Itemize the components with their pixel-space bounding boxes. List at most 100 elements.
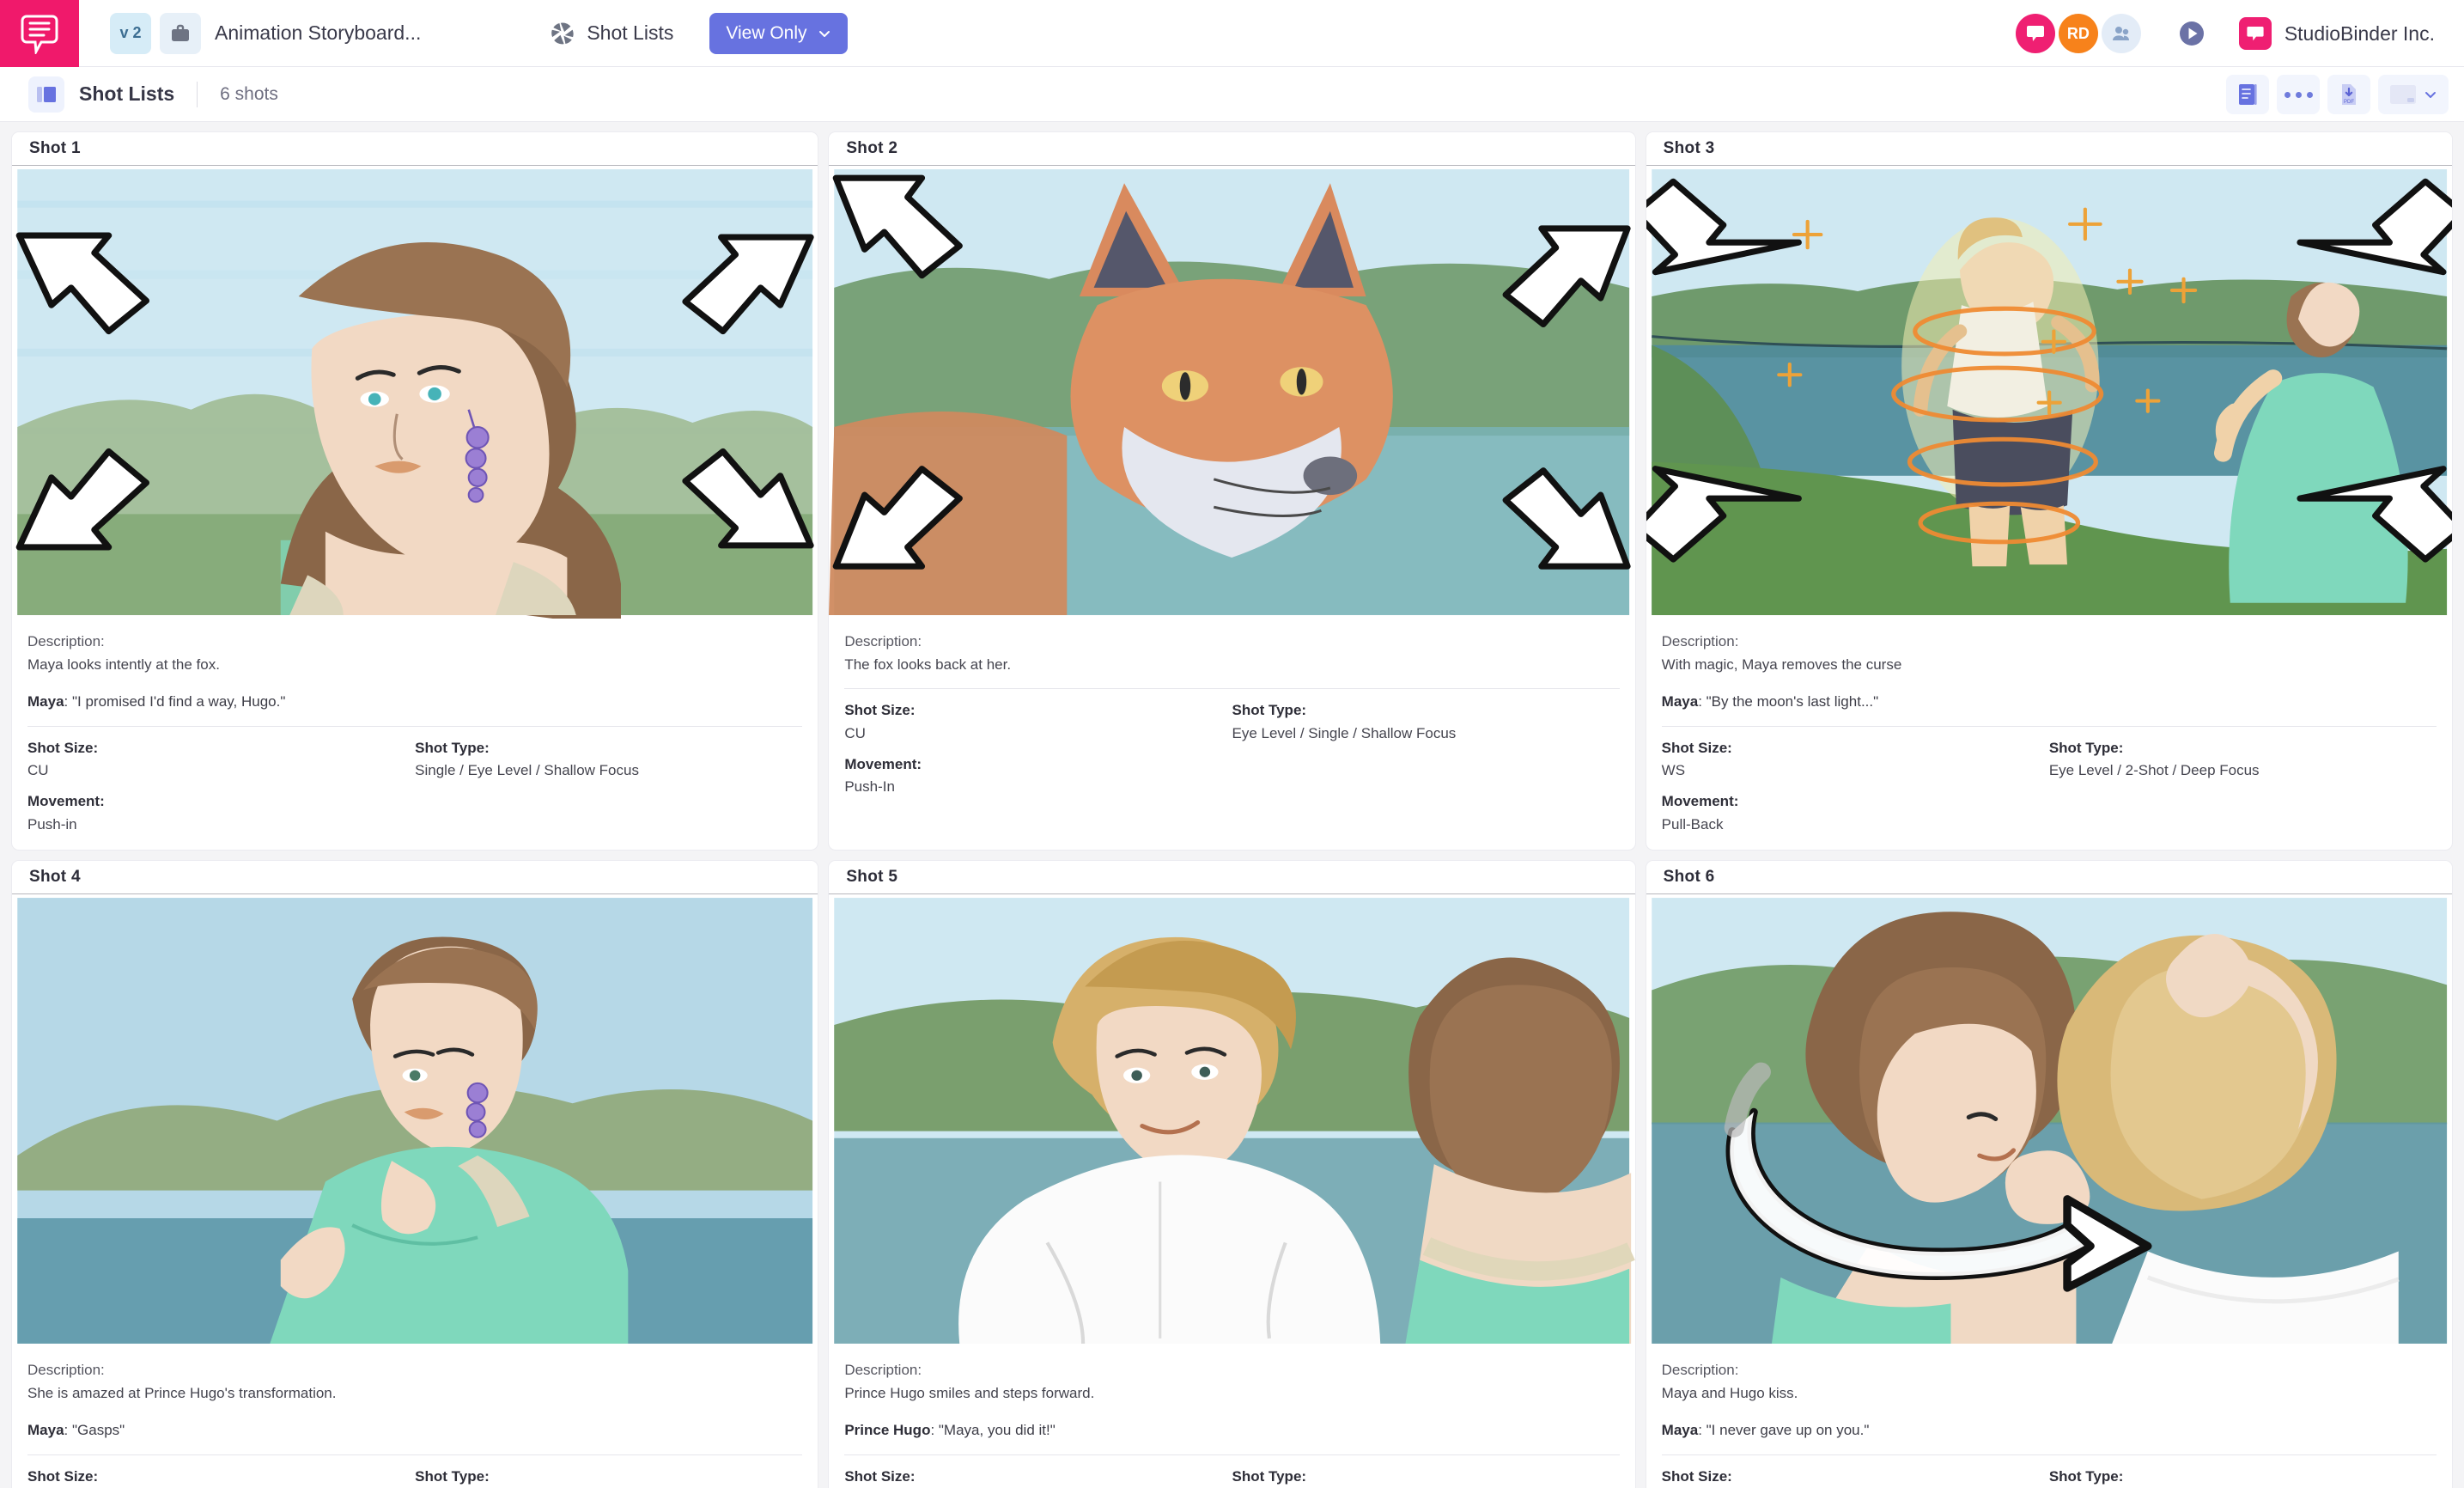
- project-title[interactable]: Animation Storyboard...: [215, 21, 421, 45]
- shot-card[interactable]: Shot 5 Description: Prince Hugo smiles a…: [828, 859, 1636, 1488]
- ellipsis-icon: [2284, 91, 2313, 98]
- app-logo-button[interactable]: [0, 0, 79, 67]
- divider: [1661, 725, 2437, 727]
- empty-cell: [2049, 790, 2437, 836]
- storyboard-frame[interactable]: [829, 166, 1635, 619]
- movement-label: Movement:: [27, 793, 105, 810]
- aperture-icon: [551, 22, 574, 44]
- shot-type-label: Shot Type:: [2048, 739, 2124, 756]
- movement-value: Push-In: [844, 778, 895, 796]
- storyboard-art-hugo-ots: [829, 893, 1635, 1347]
- empty-cell: [415, 790, 802, 836]
- divider: [27, 1454, 803, 1455]
- shot-type-label: Shot Type:: [415, 1467, 490, 1485]
- shot-card-header: Shot 6: [1646, 860, 2452, 894]
- shot-meta-grid: Shot Size: CU Shot Type: Eye Level / Sin…: [844, 699, 1619, 798]
- storyboard-frame[interactable]: [1646, 893, 2452, 1347]
- shot-size-value: CU: [27, 761, 49, 778]
- avatar-user-rd[interactable]: RD: [2058, 14, 2098, 53]
- dialogue-speaker: Maya: [27, 1422, 64, 1439]
- storyboard-art-fox-closeup: [829, 166, 1635, 619]
- shot-title: Shot 2: [846, 139, 898, 157]
- shot-title: Shot 4: [29, 867, 81, 886]
- dialogue-line: Prince Hugo: "Maya, you did it!": [844, 1418, 1619, 1442]
- description-value: She is amazed at Prince Hugo's transform…: [27, 1385, 337, 1402]
- storyboard-view-button[interactable]: [2226, 75, 2269, 114]
- chevron-down-icon: [2425, 92, 2436, 98]
- description-label: Description:: [844, 633, 922, 649]
- storyboard-frame[interactable]: [1646, 166, 2452, 619]
- shot-type-value: Single / Eye Level / Shallow Focus: [415, 761, 639, 778]
- shot-meta-grid: Shot Size: CU Shot Type: Single / Eye Le…: [27, 737, 802, 836]
- storyboard-frame[interactable]: [12, 166, 818, 619]
- shot-card-header: Shot 5: [829, 860, 1635, 894]
- dialogue-text: : "I never gave up on you.": [1698, 1422, 1870, 1439]
- shot-size-cell: Shot Size: MS: [844, 1466, 1232, 1488]
- divider: [27, 725, 803, 727]
- shot-size-cell: Shot Size: CU: [27, 737, 415, 783]
- shot-card[interactable]: Shot 1 Description: Maya looks intently …: [11, 131, 819, 851]
- play-circle-icon[interactable]: [2175, 17, 2208, 50]
- version-chip[interactable]: v 2: [110, 12, 151, 54]
- shot-type-value: Eye Level / 2-Shot / Deep Focus: [2048, 761, 2260, 778]
- shot-card[interactable]: Shot 4 Description: She is amazed at Pri…: [11, 859, 819, 1488]
- shot-lists-nav-item[interactable]: Shot Lists: [550, 21, 673, 46]
- storyboard-art-maya-closeup: [12, 166, 818, 619]
- sub-bar-divider: [197, 81, 198, 107]
- studiobinder-avatar-icon: [2026, 26, 2044, 41]
- sub-bar: Shot Lists 6 shots PDF: [0, 67, 2464, 122]
- team-members-icon: [2112, 27, 2129, 40]
- avatar-team-button[interactable]: [2101, 14, 2141, 53]
- shot-size-value: WS: [1661, 761, 1686, 778]
- shot-type-cell: Shot Type: OTS / Eye Level / Shallow Foc…: [1232, 1466, 1619, 1488]
- shot-card[interactable]: Shot 2 Description: The fox looks back a…: [828, 131, 1636, 851]
- view-only-label: View Only: [726, 22, 807, 43]
- layout-select-button[interactable]: [2378, 75, 2449, 114]
- description-value: Prince Hugo smiles and steps forward.: [844, 1385, 1095, 1402]
- storyboard-art-kiss-closeup: [1646, 893, 2452, 1347]
- shot-card-body: Description: The fox looks back at her. …: [829, 619, 1634, 813]
- movement-value: Pull-Back: [1661, 815, 1724, 832]
- storyboard-frame[interactable]: [829, 893, 1635, 1347]
- divider: [844, 688, 1620, 690]
- shot-meta-grid: Shot Size: MS Shot Type: OTS / Eye Level…: [844, 1466, 1619, 1488]
- shot-type-cell: Shot Type: Eye Level / 2-Shot / Shallow …: [2049, 1466, 2437, 1488]
- layout-grid-icon: [2390, 85, 2416, 104]
- project-icon-button[interactable]: [160, 12, 201, 54]
- shot-card[interactable]: Shot 6 Description: Maya and Hugo kiss. …: [1645, 859, 2453, 1488]
- dialogue-speaker: Maya: [27, 693, 64, 710]
- shot-type-label: Shot Type:: [1232, 1467, 1307, 1485]
- chevron-down-icon: [818, 30, 830, 37]
- storyboard-frame[interactable]: [12, 893, 818, 1347]
- svg-text:PDF: PDF: [2344, 100, 2354, 105]
- description-value: With magic, Maya removes the curse: [1661, 656, 1902, 674]
- download-pdf-button[interactable]: PDF: [2327, 75, 2370, 114]
- shot-count-label: 6 shots: [220, 83, 278, 104]
- shot-type-label: Shot Type:: [415, 739, 490, 756]
- shot-size-label: Shot Size:: [27, 739, 99, 756]
- dialogue-text: : "Maya, you did it!": [930, 1422, 1056, 1439]
- more-options-button[interactable]: [2277, 75, 2320, 114]
- avatar-brand[interactable]: [2015, 14, 2055, 53]
- briefcase-icon: [172, 24, 189, 41]
- movement-cell: Movement: Pull-Back: [1662, 790, 2049, 836]
- dialogue-text: : "Gasps": [64, 1422, 125, 1439]
- top-bar: v 2 Animation Storyboard... Shot Lists V…: [0, 0, 2464, 67]
- shot-size-cell: Shot Size: CU: [844, 699, 1232, 745]
- shot-size-label: Shot Size:: [1661, 1467, 1732, 1485]
- shot-list-grid: Shot 1 Description: Maya looks intently …: [0, 122, 2464, 1488]
- shot-type-label: Shot Type:: [1232, 702, 1307, 719]
- shot-title: Shot 6: [1663, 867, 1715, 886]
- shot-size-label: Shot Size:: [844, 1467, 916, 1485]
- shot-type-cell: Shot Type: Eye Level / 2-Shot / Deep Foc…: [2049, 737, 2437, 783]
- view-only-dropdown-button[interactable]: View Only: [709, 12, 848, 54]
- shot-card-body: Description: With magic, Maya removes th…: [1646, 619, 2452, 850]
- divider: [1661, 1454, 2437, 1455]
- org-name-label: StudioBinder Inc.: [2284, 21, 2435, 45]
- shot-card[interactable]: Shot 3 Description: With magic, Maya rem…: [1645, 131, 2453, 851]
- shot-type-cell: Shot Type: Eye Level / Single / Shallow …: [415, 1466, 802, 1488]
- description-label: Description:: [27, 1361, 105, 1378]
- description-value: The fox looks back at her.: [844, 656, 1012, 674]
- studiobinder-speech-logo-icon: [21, 15, 58, 54]
- org-logo-tile[interactable]: [2238, 17, 2272, 50]
